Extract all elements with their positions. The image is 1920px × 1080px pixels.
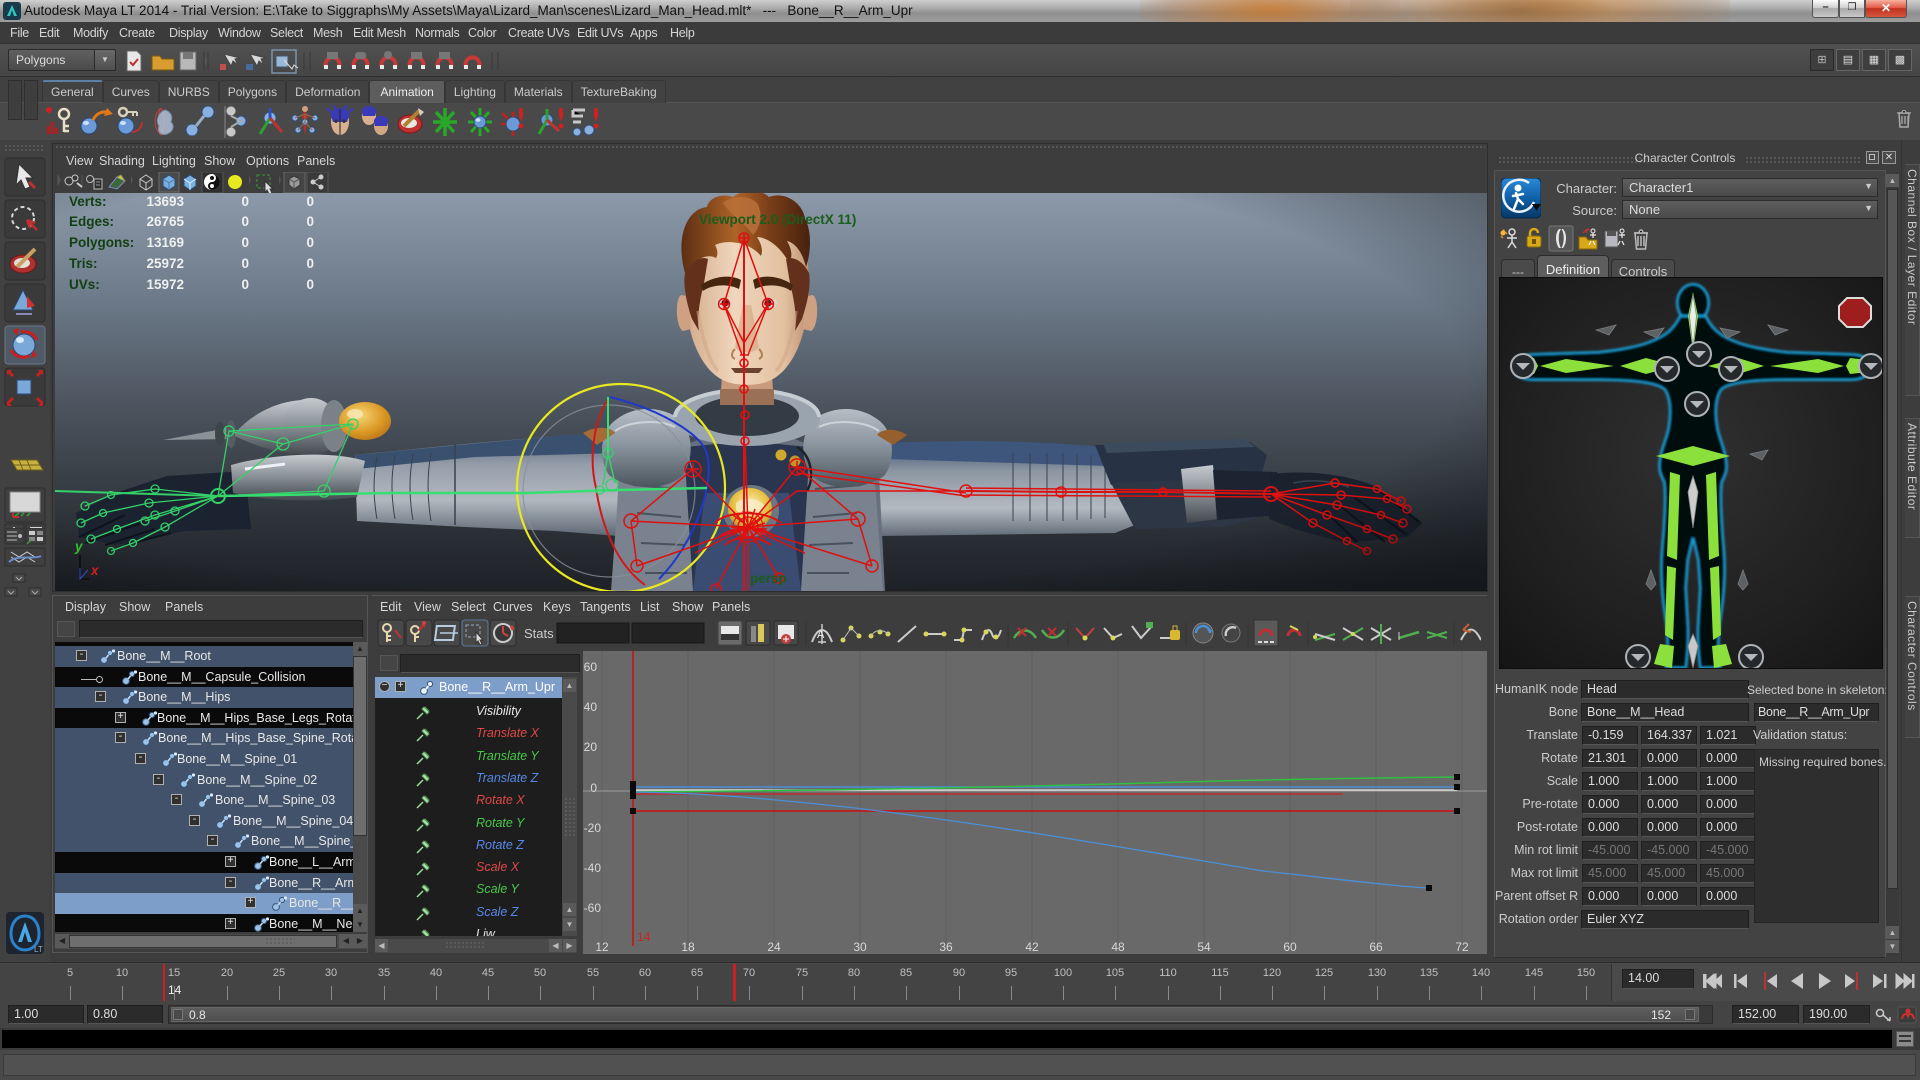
svg-text:14: 14 xyxy=(637,930,651,944)
svg-text:20: 20 xyxy=(584,740,598,754)
svg-text:0: 0 xyxy=(241,256,249,271)
svg-text:0: 0 xyxy=(590,781,597,795)
svg-text:25972: 25972 xyxy=(146,256,184,271)
svg-text:0: 0 xyxy=(241,235,249,250)
svg-text:0: 0 xyxy=(241,194,249,209)
svg-text:-60: -60 xyxy=(584,901,602,915)
svg-text:13693: 13693 xyxy=(146,194,184,209)
svg-text:persp: persp xyxy=(750,571,787,586)
svg-text:72: 72 xyxy=(1455,940,1469,954)
svg-text:-40: -40 xyxy=(584,861,602,875)
svg-text:x: x xyxy=(90,563,99,578)
svg-text:26765: 26765 xyxy=(146,214,184,229)
svg-text:42: 42 xyxy=(1025,940,1039,954)
svg-text:0: 0 xyxy=(306,235,314,250)
svg-text:18: 18 xyxy=(681,940,695,954)
svg-text:A: A xyxy=(817,629,825,641)
svg-text:0: 0 xyxy=(306,194,314,209)
svg-text:0: 0 xyxy=(241,214,249,229)
svg-text:Verts:: Verts: xyxy=(69,194,107,209)
svg-text:15972: 15972 xyxy=(146,277,184,292)
svg-text:24: 24 xyxy=(767,940,781,954)
svg-text:60: 60 xyxy=(1283,940,1297,954)
svg-text:y: y xyxy=(74,539,84,554)
svg-text:30: 30 xyxy=(853,940,867,954)
svg-text:Edges:: Edges: xyxy=(69,214,114,229)
svg-text:48: 48 xyxy=(1111,940,1125,954)
svg-text:Stats: Stats xyxy=(524,626,554,641)
svg-text:LT: LT xyxy=(34,945,43,954)
svg-text:0: 0 xyxy=(306,214,314,229)
svg-text:40: 40 xyxy=(584,700,598,714)
svg-text:0: 0 xyxy=(306,277,314,292)
svg-text:Viewport 2.0 (DirectX 11): Viewport 2.0 (DirectX 11) xyxy=(699,212,856,227)
svg-text:Polygons:: Polygons: xyxy=(69,235,134,250)
svg-text:54: 54 xyxy=(1197,940,1211,954)
svg-text:66: 66 xyxy=(1369,940,1383,954)
svg-text:0: 0 xyxy=(306,256,314,271)
svg-text:36: 36 xyxy=(939,940,953,954)
svg-text:UVs:: UVs: xyxy=(69,277,100,292)
svg-text:13169: 13169 xyxy=(146,235,184,250)
svg-text:-20: -20 xyxy=(584,821,602,835)
svg-text:60: 60 xyxy=(584,660,598,674)
svg-text:0: 0 xyxy=(241,277,249,292)
svg-text:Tris:: Tris: xyxy=(69,256,98,271)
svg-text:12: 12 xyxy=(595,940,609,954)
